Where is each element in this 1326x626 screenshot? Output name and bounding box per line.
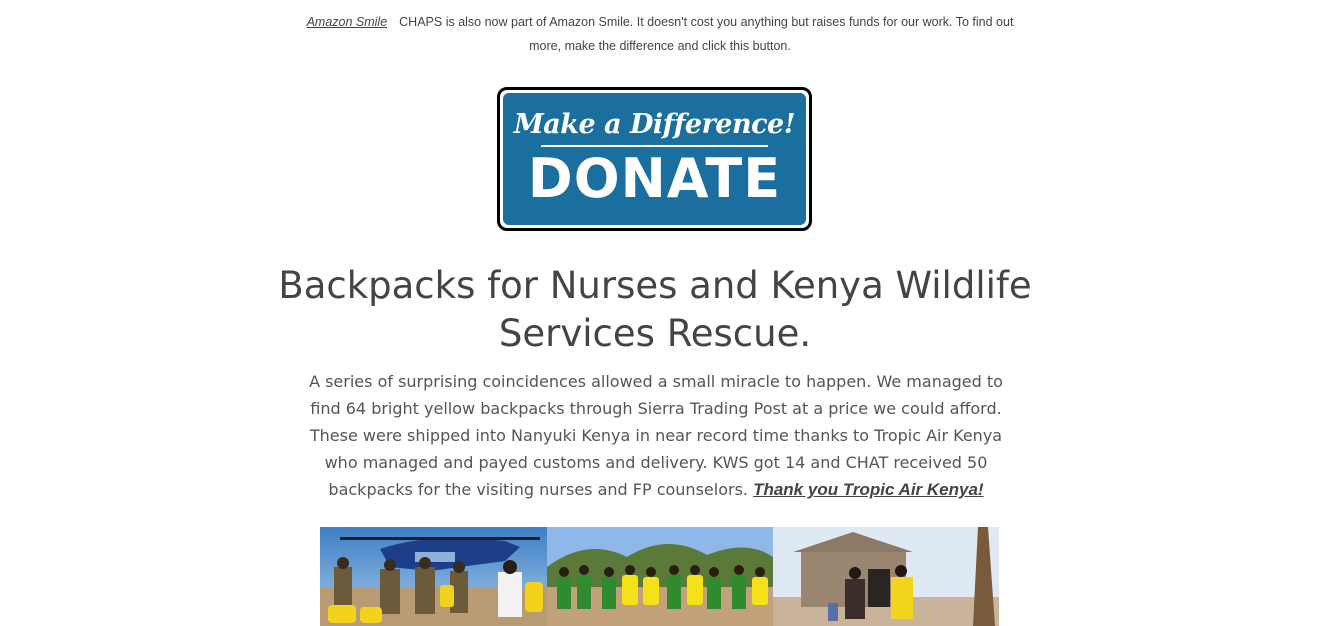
- amazon-smile-notice: Amazon Smile CHAPS is also now part of Am…: [290, 10, 1030, 58]
- article-body: A series of surprising coincidences allo…: [295, 368, 1017, 503]
- amazon-smile-message: CHAPS is also now part of Amazon Smile. …: [399, 15, 1014, 53]
- donate-button[interactable]: Make a Difference! DONATE: [497, 87, 812, 231]
- helicopter-rangers-photo: [320, 527, 547, 626]
- amazon-smile-link[interactable]: Amazon Smile: [307, 15, 388, 29]
- article-headline: Backpacks for Nurses and Kenya Wildlife …: [278, 264, 1032, 355]
- donate-button-face: Make a Difference! DONATE: [503, 93, 806, 225]
- nurses-group-photo: [547, 527, 773, 626]
- donate-tagline: Make a Difference!: [513, 109, 796, 140]
- tropic-air-thanks-link[interactable]: Thank you Tropic Air Kenya!: [753, 480, 984, 499]
- donate-label: DONATE: [527, 147, 782, 210]
- hut-visit-photo: [773, 527, 999, 626]
